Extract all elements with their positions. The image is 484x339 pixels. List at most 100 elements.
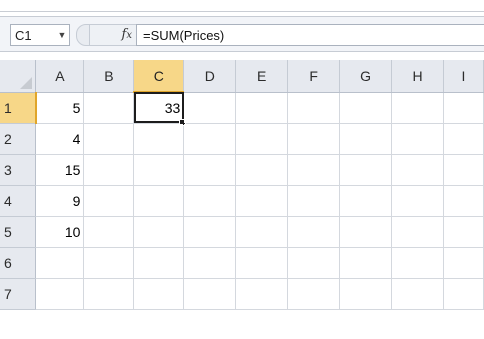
sheet-row: 24 <box>0 123 484 155</box>
cell-f7[interactable] <box>287 278 341 310</box>
cell-g5[interactable] <box>339 216 393 248</box>
cell-d5[interactable] <box>183 216 237 248</box>
cell-c3[interactable] <box>133 154 185 186</box>
function-icon: fx <box>121 27 132 42</box>
cell-h7[interactable] <box>391 278 444 310</box>
sheet-row: 6 <box>0 247 484 279</box>
column-header-e[interactable]: E <box>235 60 289 93</box>
select-all-corner[interactable] <box>0 60 37 93</box>
cell-b1[interactable] <box>83 92 135 124</box>
column-header-h[interactable]: H <box>391 60 444 93</box>
cell-g4[interactable] <box>339 185 393 217</box>
insert-function-button[interactable]: fx <box>90 24 136 46</box>
cell-f6[interactable] <box>287 247 341 279</box>
sheet-row: 3 15 <box>0 154 484 186</box>
cell-d6[interactable] <box>183 247 237 279</box>
name-box-value: C1 <box>15 27 32 43</box>
cell-i3[interactable] <box>443 154 484 186</box>
formula-bar-splitter[interactable] <box>76 24 90 46</box>
row-header-4[interactable]: 4 <box>0 185 37 217</box>
cell-h5[interactable] <box>391 216 444 248</box>
column-header-g[interactable]: G <box>339 60 393 93</box>
cell-d7[interactable] <box>183 278 237 310</box>
cell-value: 15 <box>64 161 81 178</box>
cell-e4[interactable] <box>235 185 289 217</box>
column-header-c[interactable]: C <box>133 60 185 93</box>
row-header-1[interactable]: 1 <box>0 92 37 124</box>
cell-c1[interactable]: 33 <box>133 92 187 126</box>
cell-i7[interactable] <box>443 278 484 310</box>
cell-c4[interactable] <box>133 185 185 217</box>
cell-a5[interactable]: 10 <box>35 216 85 248</box>
cell-h1[interactable] <box>391 92 444 124</box>
cell-f5[interactable] <box>287 216 341 248</box>
cell-c2[interactable] <box>133 123 185 155</box>
formula-input[interactable]: =SUM(Prices) <box>136 24 484 46</box>
column-header-i[interactable]: I <box>443 60 484 93</box>
cell-g7[interactable] <box>339 278 393 310</box>
cell-f2[interactable] <box>287 123 341 155</box>
cell-g3[interactable] <box>339 154 393 186</box>
column-header-d[interactable]: D <box>183 60 237 93</box>
cell-d2[interactable] <box>183 123 237 155</box>
column-header-b[interactable]: B <box>83 60 135 93</box>
cell-c6[interactable] <box>133 247 185 279</box>
sheet-row: 7 <box>0 278 484 310</box>
cell-e2[interactable] <box>235 123 289 155</box>
cell-d4[interactable] <box>183 185 237 217</box>
cell-b2[interactable] <box>83 123 135 155</box>
cell-a3[interactable]: 15 <box>35 154 85 186</box>
cell-e3[interactable] <box>235 154 289 186</box>
cell-i5[interactable] <box>443 216 484 248</box>
row-header-7[interactable]: 7 <box>0 278 37 310</box>
cell-a7[interactable] <box>35 278 85 310</box>
column-header-f[interactable]: F <box>287 60 341 93</box>
chevron-down-icon[interactable]: ▼ <box>55 30 69 40</box>
column-header-a[interactable]: A <box>35 60 85 93</box>
cell-h6[interactable] <box>391 247 444 279</box>
cell-g2[interactable] <box>339 123 393 155</box>
cell-b3[interactable] <box>83 154 135 186</box>
cell-e5[interactable] <box>235 216 289 248</box>
cell-c7[interactable] <box>133 278 185 310</box>
cell-i6[interactable] <box>443 247 484 279</box>
cell-b7[interactable] <box>83 278 135 310</box>
row-header-6[interactable]: 6 <box>0 247 37 279</box>
formula-text: =SUM(Prices) <box>143 28 225 43</box>
cell-value: 33 <box>164 99 181 116</box>
cell-c5[interactable] <box>133 216 185 248</box>
name-box[interactable]: C1 ▼ <box>10 24 70 46</box>
row-header-2[interactable]: 2 <box>0 123 37 155</box>
cell-a4[interactable]: 9 <box>35 185 85 217</box>
cell-g6[interactable] <box>339 247 393 279</box>
cell-f3[interactable] <box>287 154 341 186</box>
cell-value: 5 <box>72 99 81 116</box>
cell-d1[interactable] <box>183 92 237 124</box>
cell-b4[interactable] <box>83 185 135 217</box>
cell-a1[interactable]: 5 <box>35 92 85 124</box>
cell-h4[interactable] <box>391 185 444 217</box>
sheet-row: 5 10 <box>0 216 484 248</box>
row-header-3[interactable]: 3 <box>0 154 37 186</box>
row-header-5[interactable]: 5 <box>0 216 37 248</box>
cell-e1[interactable] <box>235 92 289 124</box>
cell-h2[interactable] <box>391 123 444 155</box>
cell-a2[interactable]: 4 <box>35 123 85 155</box>
cell-g1[interactable] <box>339 92 393 124</box>
formula-bar: C1 ▼ fx =SUM(Prices) <box>0 16 484 52</box>
cell-b6[interactable] <box>83 247 135 279</box>
cell-f4[interactable] <box>287 185 341 217</box>
cell-h3[interactable] <box>391 154 444 186</box>
cell-e7[interactable] <box>235 278 289 310</box>
cell-i4[interactable] <box>443 185 484 217</box>
cell-d3[interactable] <box>183 154 237 186</box>
cell-i2[interactable] <box>443 123 484 155</box>
cell-f1[interactable] <box>287 92 341 124</box>
cell-b5[interactable] <box>83 216 135 248</box>
cell-value: 10 <box>64 223 81 240</box>
cell-a6[interactable] <box>35 247 85 279</box>
cell-e6[interactable] <box>235 247 289 279</box>
cell-i1[interactable] <box>443 92 484 124</box>
worksheet-grid: ABCDEFGHI 1 5 33 2 4 3 15 4 9 5 10 6 7 <box>0 60 484 310</box>
cell-value: 4 <box>72 130 81 147</box>
